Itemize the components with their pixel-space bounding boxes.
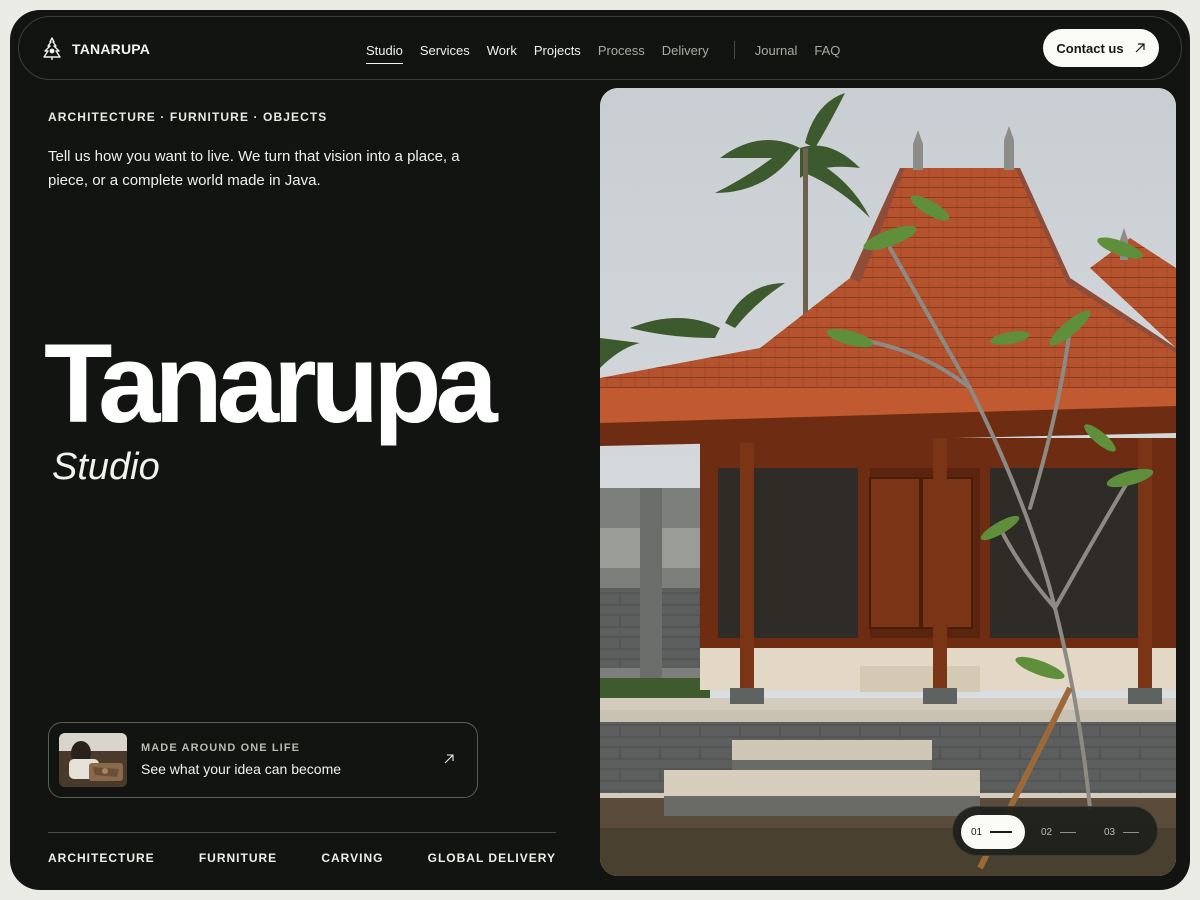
hero-subtitle: Studio <box>52 446 160 488</box>
arrow-up-right-icon <box>1135 43 1145 53</box>
hero-photo-joglo-house <box>600 88 1176 876</box>
service-tags: ARCHITECTURE FURNITURE CARVING GLOBAL DE… <box>48 851 556 865</box>
arrow-up-right-icon <box>444 754 454 764</box>
nav-links: Studio Services Work Projects Process De… <box>366 41 857 64</box>
hero-eyebrow: ARCHITECTURE · FURNITURE · OBJECTS <box>48 110 328 124</box>
tag-carving: CARVING <box>321 851 384 865</box>
slide-tab-label: 02 <box>1041 826 1053 838</box>
nav-link-process[interactable]: Process <box>598 43 645 58</box>
nav-link-projects[interactable]: Projects <box>534 43 581 58</box>
nav-link-faq[interactable]: FAQ <box>814 43 840 58</box>
slide-tab-01[interactable]: 01 <box>961 815 1025 849</box>
slide-tab-label: 03 <box>1104 826 1116 838</box>
slide-tab-02[interactable]: 02 <box>1041 815 1077 849</box>
slide-progress-line <box>1060 831 1077 833</box>
nav-link-services[interactable]: Services <box>420 43 470 58</box>
tags-divider <box>48 832 556 833</box>
promo-card[interactable]: MADE AROUND ONE LIFE See what your idea … <box>48 722 478 798</box>
hero-lede: Tell us how you want to live. We turn th… <box>48 148 460 189</box>
temple-crest-icon <box>43 37 61 60</box>
tag-architecture: ARCHITECTURE <box>48 851 155 865</box>
slide-progress-line <box>990 831 1013 833</box>
top-nav: TANARUPA Studio Services Work Projects P… <box>18 16 1182 80</box>
brand-logo[interactable]: TANARUPA <box>41 37 150 61</box>
brand-name: TANARUPA <box>72 41 151 57</box>
nav-link-work[interactable]: Work <box>487 43 517 58</box>
contact-button[interactable]: Contact us <box>1043 29 1159 67</box>
slide-progress-line <box>1123 831 1140 833</box>
nav-divider <box>733 41 735 59</box>
tag-global-delivery: GLOBAL DELIVERY <box>427 851 556 865</box>
tag-furniture: FURNITURE <box>198 851 278 865</box>
promo-kicker: MADE AROUND ONE LIFE <box>141 742 301 754</box>
hero-title: Tanarupa <box>44 321 498 446</box>
promo-thumbnail <box>59 733 127 787</box>
nav-link-studio[interactable]: Studio <box>366 43 403 64</box>
page-frame: TANARUPA Studio Services Work Projects P… <box>10 10 1190 890</box>
slide-tab-03[interactable]: 03 <box>1104 815 1140 849</box>
contact-button-label: Contact us <box>1056 40 1124 56</box>
nav-link-delivery[interactable]: Delivery <box>662 43 709 58</box>
promo-text: See what your idea can become <box>141 761 342 777</box>
slide-tab-label: 01 <box>971 826 983 838</box>
slide-selector: 01 02 03 <box>952 806 1158 856</box>
nav-link-journal[interactable]: Journal <box>755 43 798 58</box>
